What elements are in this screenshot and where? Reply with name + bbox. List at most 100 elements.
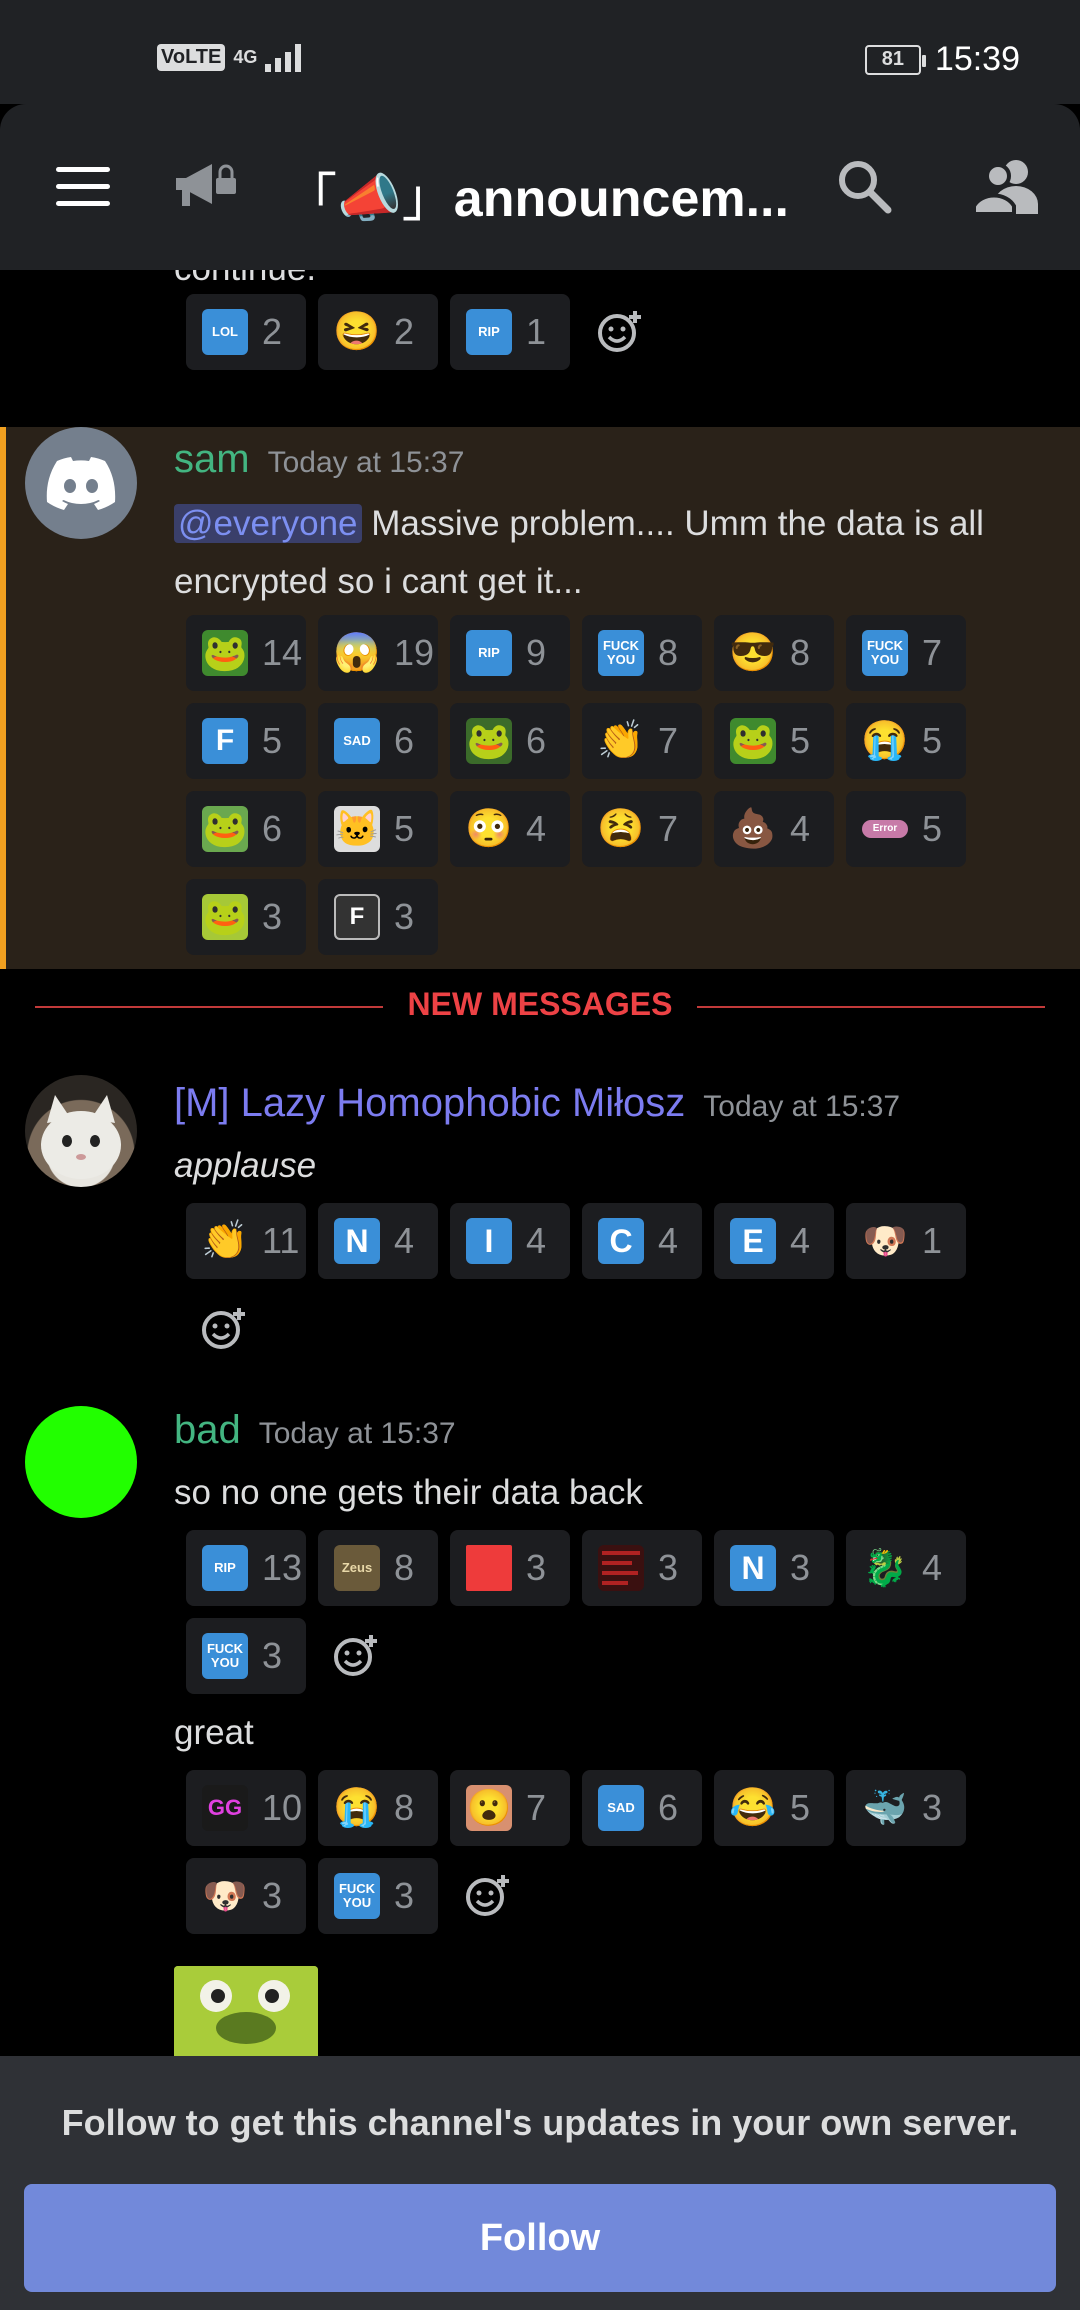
red-text-emote (598, 1545, 644, 1591)
reaction-sad[interactable]: SAD 6 (318, 703, 438, 779)
clap-emoji: 👏 (598, 720, 644, 762)
reaction-blue-blob[interactable]: 🐳 3 (846, 1770, 966, 1846)
reaction-fuck-you[interactable]: FUCK YOU 3 (318, 1858, 438, 1934)
volte-indicator: VoLTE (157, 43, 226, 71)
author-name[interactable]: [M] Lazy Homophobic Miłosz (174, 1081, 685, 1126)
reaction-sad[interactable]: SAD 6 (582, 1770, 702, 1846)
reaction-clap[interactable]: 👏 11 (186, 1203, 306, 1279)
joy-emoji: 😂 (730, 1787, 776, 1829)
gg-emote: GG (202, 1785, 248, 1831)
reaction-fuck-you[interactable]: FUCK YOU 3 (186, 1618, 306, 1694)
pepe-emote: 🐸 (730, 718, 776, 764)
reaction-f[interactable]: F5 (186, 703, 306, 779)
reaction-letter-n[interactable]: N3 (714, 1530, 834, 1606)
timestamp: Today at 15:37 (267, 446, 465, 479)
reaction-red-square[interactable]: 3 (450, 1530, 570, 1606)
reactions-row: RIP 13 Zeus 8 3 3 N3 🐉 4 FUCK YOU 3 (186, 1530, 986, 1694)
battery-icon: 81 (864, 44, 926, 75)
reactions-row: GG 10 😭 8 😮 7 SAD 6 😂 5 🐳 3 🐶 3 FUCK YOU 3 (186, 1770, 986, 1934)
add-reaction-icon[interactable] (582, 294, 658, 370)
rip-emote: RIP (466, 309, 512, 355)
reaction-sob[interactable]: 😭 8 (318, 1770, 438, 1846)
add-reaction-icon[interactable] (450, 1858, 526, 1934)
reaction-sob[interactable]: 😭 5 (846, 703, 966, 779)
message-mention-highlight[interactable]: sam Today at 15:37 @everyone Massive pro… (0, 427, 1080, 969)
reaction-pepe[interactable]: 🐸 5 (714, 703, 834, 779)
fuck-you-emote: FUCK YOU (598, 630, 644, 676)
reaction-red-text[interactable]: 3 (582, 1530, 702, 1606)
reaction-frog-face[interactable]: 🐸 3 (186, 879, 306, 955)
dog-emote: 🐶 (202, 1875, 248, 1916)
reaction-flushed[interactable]: 😳 4 (450, 791, 570, 867)
reaction-sunglasses[interactable]: 😎 8 (714, 615, 834, 691)
message-continuation: continue. LOL 2 😆 2 RIP 1 (0, 270, 1080, 390)
reaction-rip[interactable]: RIP 9 (450, 615, 570, 691)
reaction-tired-face[interactable]: 😫 7 (582, 791, 702, 867)
reaction-dog[interactable]: 🐶 1 (846, 1203, 966, 1279)
reaction-dog[interactable]: 🐶 3 (186, 1858, 306, 1934)
fuck-you-emote: FUCK YOU (862, 630, 908, 676)
reaction-face[interactable]: 😮 7 (450, 1770, 570, 1846)
mention-everyone[interactable]: @everyone (174, 504, 362, 543)
reaction-letter-c[interactable]: C4 (582, 1203, 702, 1279)
reactions-row: 👏 11 N4 I4 C4 E4 🐶 1 (186, 1203, 986, 1367)
signal-icon (265, 42, 302, 72)
menu-icon[interactable] (56, 167, 110, 207)
poop-emoji: 💩 (730, 808, 776, 850)
avatar[interactable] (25, 427, 137, 539)
reaction-error[interactable]: Error 5 (846, 791, 966, 867)
status-bar: VoLTE 4G 81 15:39 (0, 0, 1080, 104)
reaction-pepe[interactable]: 🐸 14 (186, 615, 306, 691)
timestamp: Today at 15:37 (703, 1090, 901, 1123)
reaction-joy[interactable]: 😂 5 (714, 1770, 834, 1846)
reaction-letter-n[interactable]: N4 (318, 1203, 438, 1279)
reaction-frog[interactable]: 🐸 6 (186, 791, 306, 867)
reaction-f-key[interactable]: F3 (318, 879, 438, 955)
cat-emote: 🐱 (334, 806, 380, 852)
cat-avatar-icon (41, 1095, 121, 1179)
red-square-emote (466, 1545, 512, 1591)
reaction-blue-creature[interactable]: 🐉 4 (846, 1530, 966, 1606)
author-name[interactable]: bad (174, 1408, 241, 1453)
reaction-pepe[interactable]: 🐸 6 (450, 703, 570, 779)
reaction-fuck-you[interactable]: FUCK YOU 8 (582, 615, 702, 691)
sad-emote: SAD (334, 718, 380, 764)
letter-e-emote: E (730, 1218, 776, 1264)
letter-c-emote: C (598, 1218, 644, 1264)
rip-emote: RIP (202, 1545, 248, 1591)
reactions-row: LOL 2 😆 2 RIP 1 (186, 294, 986, 370)
frog-sticker-image[interactable] (174, 1966, 318, 2056)
add-reaction-icon[interactable] (186, 1291, 262, 1367)
network-type: 4G (233, 47, 258, 67)
reaction-clap[interactable]: 👏 7 (582, 703, 702, 779)
members-icon[interactable] (972, 156, 1040, 216)
add-reaction-icon[interactable] (318, 1618, 394, 1694)
reaction-cat[interactable]: 🐱 5 (318, 791, 438, 867)
message-list[interactable]: continue. LOL 2 😆 2 RIP 1 (0, 270, 1080, 2056)
flushed-emoji: 😳 (466, 808, 512, 850)
reaction-fuck-you[interactable]: FUCK YOU 7 (846, 615, 966, 691)
author-name[interactable]: sam (174, 437, 250, 482)
reaction-laughing[interactable]: 😆 2 (318, 294, 438, 370)
message-text: so no one gets their data back (174, 1473, 643, 1512)
sob-emoji: 😭 (334, 1787, 380, 1829)
follow-footer: Follow to get this channel's updates in … (0, 2056, 1080, 2310)
reaction-letter-i[interactable]: I4 (450, 1203, 570, 1279)
follow-button[interactable]: Follow (24, 2184, 1056, 2292)
timestamp: Today at 15:37 (258, 1417, 456, 1450)
reaction-letter-e[interactable]: E4 (714, 1203, 834, 1279)
reaction-lol[interactable]: LOL 2 (186, 294, 306, 370)
channel-header: 「📣」announcem... (0, 104, 1080, 270)
reaction-poop[interactable]: 💩 4 (714, 791, 834, 867)
reaction-zeus[interactable]: Zeus 8 (318, 1530, 438, 1606)
avatar[interactable] (25, 1406, 137, 1518)
reaction-gg[interactable]: GG 10 (186, 1770, 306, 1846)
reaction-rip[interactable]: RIP 13 (186, 1530, 306, 1606)
avatar[interactable] (25, 1075, 137, 1187)
sob-emoji: 😭 (862, 720, 908, 762)
search-icon[interactable] (834, 156, 894, 216)
reaction-scream[interactable]: 😱 19 (318, 615, 438, 691)
new-messages-divider: NEW MESSAGES (35, 986, 1045, 1026)
message[interactable]: bad Today at 15:37 so no one gets their … (0, 1406, 1080, 2056)
reaction-rip[interactable]: RIP 1 (450, 294, 570, 370)
